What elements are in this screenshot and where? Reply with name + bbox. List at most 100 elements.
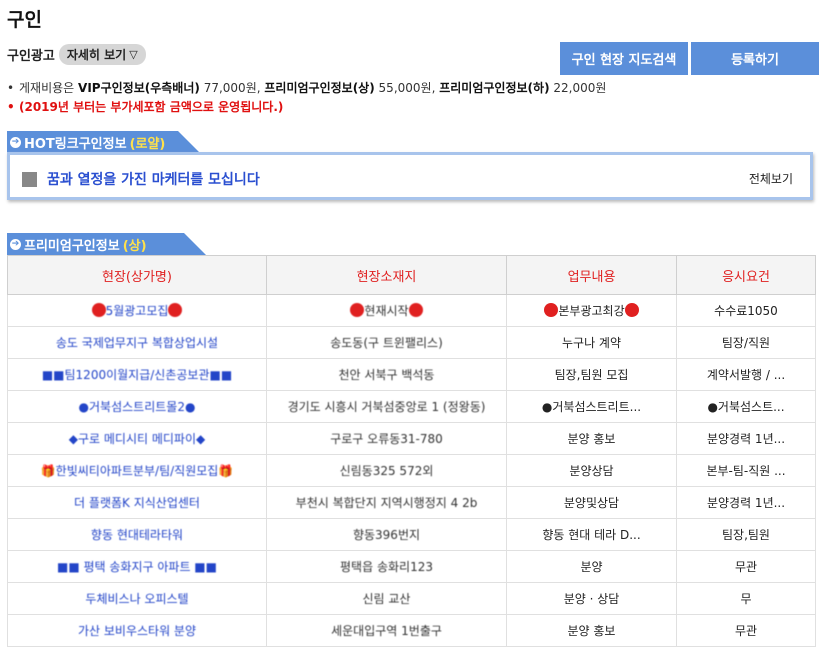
requirements: 분양경력 1년... xyxy=(676,486,816,519)
table-header-row: 현장(상가명) 현장소재지 업무내용 응시요건 xyxy=(7,255,816,295)
requirements: ●거북섬스트... xyxy=(676,390,816,423)
column-header-location: 현장소재지 xyxy=(266,255,507,295)
fee-prefix: 게재비용은 xyxy=(19,81,75,95)
requirements: 수수료1050 xyxy=(676,294,816,327)
requirements: 무 xyxy=(676,582,816,615)
requirements: 팀장/직원 xyxy=(676,326,816,359)
subheader-label: 구인광고 xyxy=(7,49,55,64)
site-name-link[interactable]: ■■ 평택 송화지구 아파트 ■■ xyxy=(7,550,267,583)
map-search-button[interactable]: 구인 현장 지도검색 xyxy=(560,42,688,75)
table-row[interactable]: ◆구로 메디시티 메디파이◆ 구로구 오류동31-780 분양 홍보 분양경력 … xyxy=(7,422,816,455)
site-location: 경기도 시흥시 거북섬중앙로 1 (정왕동) xyxy=(266,390,507,423)
table-row[interactable]: 5월광고모집 현재시작 본부광고최강 수수료1050 xyxy=(7,294,816,327)
hot-section-highlight: (로얄) xyxy=(129,136,166,152)
site-name-link[interactable]: 두체비스나 오피스텔 xyxy=(7,582,267,615)
site-location: 신림 교산 xyxy=(266,582,507,615)
premium-bottom-label: 프리미엄구인정보(하) xyxy=(439,81,550,95)
premium-section-highlight: (상) xyxy=(122,238,147,254)
arrow-right-circle-icon: ➔ xyxy=(11,137,20,147)
site-name-link[interactable]: 5월광고모집 xyxy=(7,294,267,327)
arrow-right-circle-icon: ➔ xyxy=(11,239,20,249)
premium-top-price: 55,000원, xyxy=(378,81,436,95)
site-name-link[interactable]: 🎁한빛씨티아파트분부/팀/직원모집🎁 xyxy=(7,454,267,487)
column-header-site: 현장(상가명) xyxy=(7,255,267,295)
premium-job-table: 현장(상가명) 현장소재지 업무내용 응시요건 5월광고모집 현재시작 본부광고… xyxy=(7,255,816,647)
red-dot-icon xyxy=(408,303,423,317)
subheader: 구인광고 자세히 보기 ▽ xyxy=(7,44,146,65)
hot-section-tab: ➔ HOT링크구인정보 (로얄) xyxy=(7,131,200,153)
page-title: 구인 xyxy=(7,9,42,31)
view-all-link[interactable]: 전체보기 xyxy=(749,170,793,187)
detail-toggle-label: 자세히 보기 xyxy=(66,48,127,62)
vip-label: VIP구인정보(우측배너) xyxy=(78,81,200,95)
premium-bottom-price: 22,000원 xyxy=(553,81,607,95)
job-description: 분양 · 상담 xyxy=(506,582,677,615)
hot-section-title: HOT링크구인정보 xyxy=(24,136,127,152)
site-name-link[interactable]: 향동 현대테라타워 xyxy=(7,518,267,551)
hot-link-item[interactable]: 꿈과 열정을 가진 마케터를 모십니다 xyxy=(47,169,260,189)
red-dot-icon xyxy=(544,303,559,317)
vat-note: • (2019년 부터는 부가세포함 금액으로 운영됩니다.) xyxy=(7,97,606,116)
bullet-icon: • xyxy=(7,80,15,95)
requirements: 팀장,팀원 xyxy=(676,518,816,551)
table-row[interactable]: 향동 현대테라타워 향동396번지 향동 현대 테라 D... 팀장,팀원 xyxy=(7,518,816,551)
site-location: 향동396번지 xyxy=(266,518,507,551)
requirements: 분양경력 1년... xyxy=(676,422,816,455)
register-button[interactable]: 등록하기 xyxy=(691,42,819,75)
premium-section-tab: ➔ 프리미엄구인정보 (상) xyxy=(7,233,206,255)
requirements: 무관 xyxy=(676,614,816,647)
site-location: 구로구 오류동31-780 xyxy=(266,422,507,455)
site-location: 신림동325 572외 xyxy=(266,454,507,487)
job-description: 팀장,팀원 모집 xyxy=(506,358,677,391)
site-name-link[interactable]: 더 플랫폼K 지식산업센터 xyxy=(7,486,267,519)
premium-top-label: 프리미엄구인정보(상) xyxy=(264,81,375,95)
requirements: 본부-팀-직원 ... xyxy=(676,454,816,487)
job-description: 향동 현대 테라 D... xyxy=(506,518,677,551)
fee-note: • 게재비용은 VIP구인정보(우측배너) 77,000원, 프리미엄구인정보(… xyxy=(7,78,606,97)
vip-price: 77,000원, xyxy=(203,81,261,95)
site-name-link[interactable]: 가산 보비우스타워 분양 xyxy=(7,614,267,647)
red-dot-icon xyxy=(624,303,639,317)
premium-section-title: 프리미엄구인정보 xyxy=(24,238,120,254)
fee-notes: • 게재비용은 VIP구인정보(우측배너) 77,000원, 프리미엄구인정보(… xyxy=(7,78,606,116)
chevron-down-icon: ▽ xyxy=(129,48,138,61)
site-name-link[interactable]: ◆구로 메디시티 메디파이◆ xyxy=(7,422,267,455)
table-row[interactable]: 두체비스나 오피스텔 신림 교산 분양 · 상담 무 xyxy=(7,582,816,615)
job-description: 누구나 계약 xyxy=(506,326,677,359)
site-location: 현재시작 xyxy=(266,294,507,327)
requirements: 무관 xyxy=(676,550,816,583)
job-description: 분양 홍보 xyxy=(506,614,677,647)
site-location: 부천시 복합단지 지역시행정지 4 2b xyxy=(266,486,507,519)
table-row[interactable]: 가산 보비우스타워 분양 세운대입구역 1번출구 분양 홍보 무관 xyxy=(7,614,816,647)
table-row[interactable]: 송도 국제업무지구 복합상업시설 송도동(구 트윈팰리스) 누구나 계약 팀장/… xyxy=(7,326,816,359)
column-header-requirements: 응시요건 xyxy=(676,255,816,295)
table-row[interactable]: 🎁한빛씨티아파트분부/팀/직원모집🎁 신림동325 572외 분양상담 본부-팀… xyxy=(7,454,816,487)
table-row[interactable]: ■■ 평택 송화지구 아파트 ■■ 평택읍 송화리123 분양 무관 xyxy=(7,550,816,583)
table-row[interactable]: 더 플랫폼K 지식산업센터 부천시 복합단지 지역시행정지 4 2b 분양및상담… xyxy=(7,486,816,519)
table-row[interactable]: ●거북섬스트리트몰2● 경기도 시흥시 거북섬중앙로 1 (정왕동) ●거북섬스… xyxy=(7,390,816,423)
site-location: 송도동(구 트윈팰리스) xyxy=(266,326,507,359)
job-description: ●거북섬스트리트... xyxy=(506,390,677,423)
bullet-icon: • xyxy=(7,99,15,114)
hot-link-box: 꿈과 열정을 가진 마케터를 모십니다 전체보기 xyxy=(7,152,813,200)
site-name-link[interactable]: 송도 국제업무지구 복합상업시설 xyxy=(7,326,267,359)
job-description: 분양상담 xyxy=(506,454,677,487)
job-description: 분양 홍보 xyxy=(506,422,677,455)
red-dot-icon xyxy=(168,303,183,317)
red-dot-icon xyxy=(91,303,106,317)
site-location: 세운대입구역 1번출구 xyxy=(266,614,507,647)
table-row[interactable]: ■■팀1200이월지급/신촌공보관■■ 천안 서북구 백석동 팀장,팀원 모집 … xyxy=(7,358,816,391)
site-location: 천안 서북구 백석동 xyxy=(266,358,507,391)
column-header-job: 업무내용 xyxy=(506,255,677,295)
red-dot-icon xyxy=(350,303,365,317)
job-description: 분양및상담 xyxy=(506,486,677,519)
site-location: 평택읍 송화리123 xyxy=(266,550,507,583)
detail-toggle-button[interactable]: 자세히 보기 ▽ xyxy=(58,44,146,65)
site-name-link[interactable]: ■■팀1200이월지급/신촌공보관■■ xyxy=(7,358,267,391)
square-icon xyxy=(22,172,37,187)
site-name-link[interactable]: ●거북섬스트리트몰2● xyxy=(7,390,267,423)
vat-notice: (2019년 부터는 부가세포함 금액으로 운영됩니다.) xyxy=(19,100,284,114)
job-description: 본부광고최강 xyxy=(506,294,677,327)
job-description: 분양 xyxy=(506,550,677,583)
requirements: 계약서발행 / ... xyxy=(676,358,816,391)
